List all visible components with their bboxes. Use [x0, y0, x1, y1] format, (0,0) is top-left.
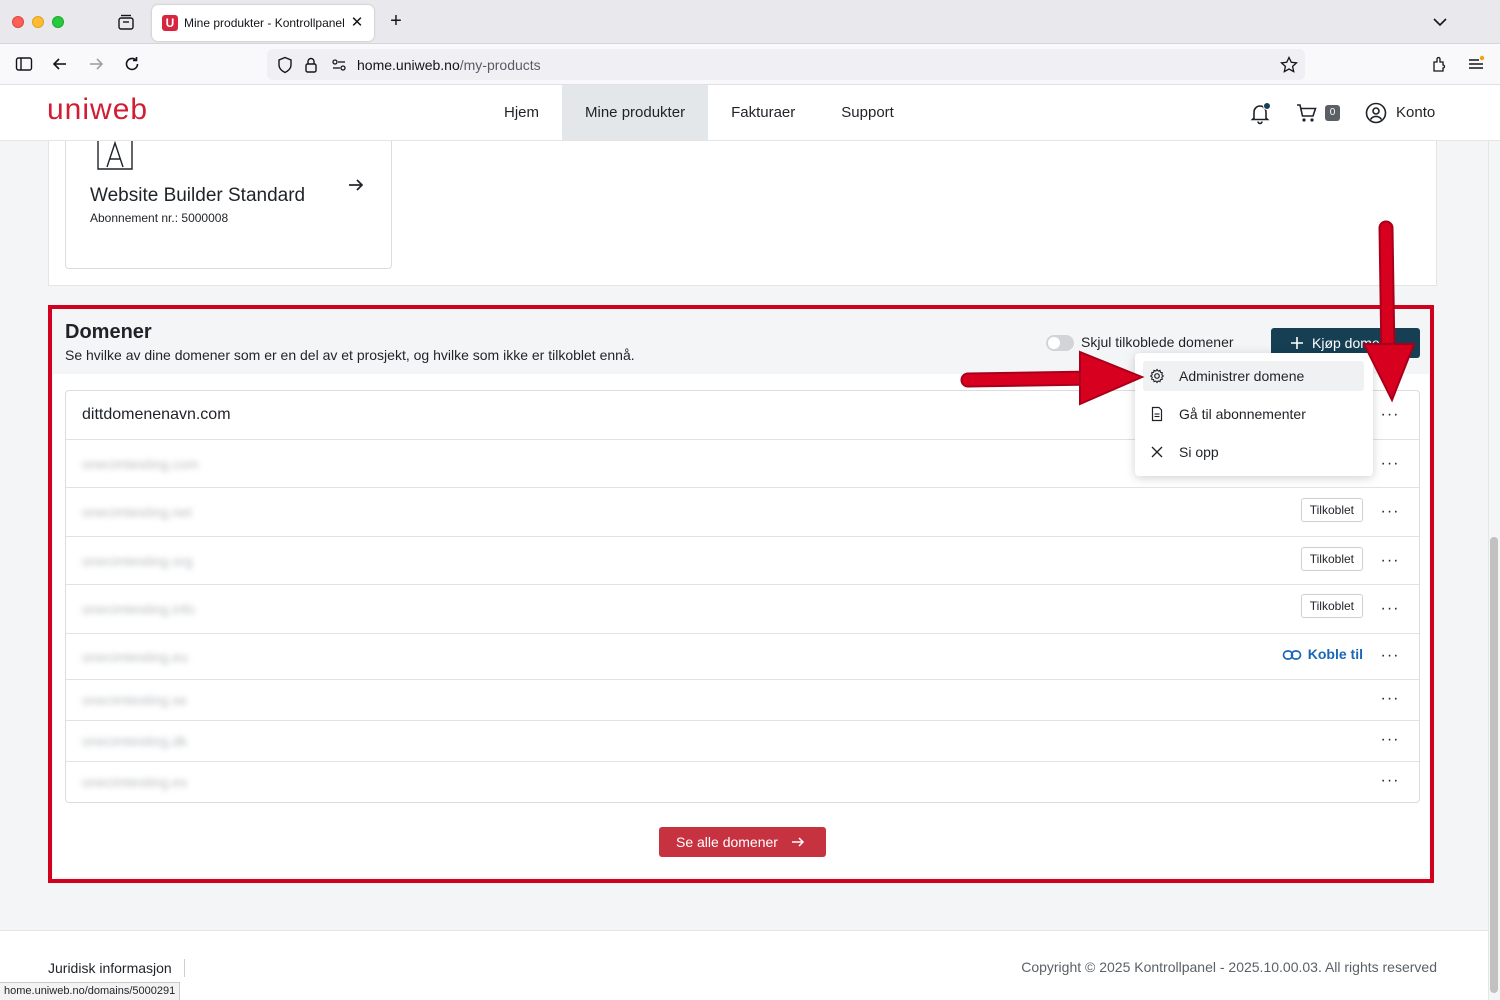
- more-options-icon[interactable]: ···: [1379, 504, 1401, 520]
- more-options-icon[interactable]: ···: [1379, 648, 1401, 664]
- nav-item-hjem[interactable]: Hjem: [481, 85, 562, 140]
- app-menu-icon[interactable]: [1466, 54, 1486, 74]
- main-navigation: Hjem Mine produkter Fakturaer Support: [481, 85, 917, 140]
- status-badge: Tilkoblet: [1300, 594, 1363, 618]
- arrow-right-icon: [792, 837, 805, 847]
- extensions-icon[interactable]: [1430, 54, 1450, 74]
- back-arrow-icon[interactable]: [50, 54, 70, 74]
- tab-close-icon[interactable]: ✕: [348, 14, 366, 32]
- status-badge: Tilkoblet: [1300, 547, 1363, 571]
- site-favicon-icon: U: [162, 15, 178, 31]
- product-title: Website Builder Standard: [90, 185, 306, 206]
- domains-subtitle: Se hvilke av dine domener som er en del …: [65, 347, 635, 363]
- menu-item-label: Administrer domene: [1179, 368, 1305, 384]
- bookmark-star-icon[interactable]: [1279, 55, 1299, 75]
- domain-name[interactable]: onecimtesting.dk: [82, 733, 187, 749]
- gear-icon: [1149, 368, 1165, 384]
- uniweb-logo[interactable]: uniweb: [47, 93, 148, 127]
- domain-row[interactable]: onecimtesting.net Tilkoblet ···: [66, 488, 1419, 537]
- menu-item-manage-domain[interactable]: Administrer domene: [1143, 361, 1364, 391]
- sidebar-toggle-icon[interactable]: [14, 54, 34, 74]
- more-options-icon[interactable]: ···: [1379, 553, 1401, 569]
- see-all-domains-label: Se alle domener: [676, 834, 778, 850]
- hide-connected-label[interactable]: Skjul tilkoblede domener: [1081, 334, 1234, 350]
- plus-icon: [1291, 337, 1303, 349]
- domain-row[interactable]: onecimtesting.info Tilkoblet ···: [66, 585, 1419, 634]
- nav-item-fakturaer[interactable]: Fakturaer: [708, 85, 818, 140]
- url-host: home.uniweb.no: [357, 57, 460, 73]
- document-icon: [1151, 406, 1163, 422]
- window-close-button[interactable]: [12, 16, 24, 28]
- menu-item-label: Gå til abonnementer: [1179, 406, 1306, 422]
- browser-tab-bar: U Mine produkter - Kontrollpanel ✕ +: [0, 0, 1500, 44]
- product-card[interactable]: Website Builder Standard Abonnement nr.:…: [65, 141, 392, 269]
- nav-item-mine-produkter[interactable]: Mine produkter: [562, 85, 709, 140]
- account-icon[interactable]: [1364, 101, 1388, 125]
- buy-domain-label: Kjøp domene: [1312, 335, 1396, 351]
- domain-row[interactable]: onecimtesting.es ···: [66, 762, 1419, 802]
- domain-row[interactable]: onecimtesting.org Tilkoblet ···: [66, 537, 1419, 585]
- more-options-icon[interactable]: ···: [1379, 601, 1401, 617]
- legal-info-link[interactable]: Juridisk informasjon: [48, 959, 185, 977]
- domain-name[interactable]: onecimtesting.net: [82, 504, 192, 520]
- more-options-icon[interactable]: ···: [1379, 773, 1401, 789]
- tab-title: Mine produkter - Kontrollpanel: [184, 16, 345, 30]
- cart-count-badge: 0: [1325, 105, 1340, 121]
- forward-arrow-icon[interactable]: [86, 54, 106, 74]
- site-header: uniweb Hjem Mine produkter Fakturaer Sup…: [0, 85, 1500, 141]
- website-builder-icon: [97, 141, 133, 170]
- more-options-icon[interactable]: ···: [1379, 732, 1401, 748]
- address-bar[interactable]: home.uniweb.no/my-products: [267, 49, 1305, 80]
- hide-connected-toggle[interactable]: [1046, 335, 1074, 351]
- lock-icon[interactable]: [301, 55, 321, 75]
- page-footer: Juridisk informasjon Copyright © 2025 Ko…: [0, 930, 1488, 1000]
- account-label[interactable]: Konto: [1396, 104, 1435, 121]
- status-bar-url: home.uniweb.no/domains/5000291: [0, 982, 181, 1000]
- toggle-knob: [1048, 337, 1060, 349]
- menu-item-cancel[interactable]: Si opp: [1143, 437, 1364, 467]
- window-zoom-button[interactable]: [52, 16, 64, 28]
- close-icon: [1151, 446, 1163, 458]
- menu-item-go-to-subscriptions[interactable]: Gå til abonnementer: [1143, 399, 1364, 429]
- shopping-cart-icon[interactable]: [1295, 101, 1319, 125]
- window-minimize-button[interactable]: [32, 16, 44, 28]
- status-badge: Tilkoblet: [1300, 498, 1363, 522]
- see-all-domains-button[interactable]: Se alle domener: [659, 827, 826, 857]
- chevron-down-icon[interactable]: [1430, 12, 1450, 32]
- domain-row[interactable]: onecimtesting.se ···: [66, 680, 1419, 721]
- link-icon: [1282, 650, 1302, 660]
- domain-name[interactable]: onecimtesting.info: [82, 601, 195, 617]
- nav-item-support[interactable]: Support: [818, 85, 917, 140]
- scrollbar-thumb[interactable]: [1490, 537, 1498, 993]
- reload-icon[interactable]: [122, 54, 142, 74]
- site-settings-icon[interactable]: [329, 55, 349, 75]
- domain-name[interactable]: onecimtesting.eu: [82, 649, 188, 665]
- more-options-icon[interactable]: ···: [1379, 691, 1401, 707]
- connect-domain-link[interactable]: Koble til: [1282, 646, 1363, 662]
- domain-row[interactable]: onecimtesting.eu Koble til ···: [66, 634, 1419, 680]
- domain-name[interactable]: onecimtesting.se: [82, 692, 187, 708]
- new-tab-icon[interactable]: +: [386, 11, 406, 31]
- notification-bell-icon[interactable]: [1248, 101, 1272, 125]
- connect-domain-label: Koble til: [1307, 646, 1363, 662]
- domain-name[interactable]: onecimtesting.org: [82, 553, 193, 569]
- url-path: /my-products: [459, 57, 541, 73]
- domains-title: Domener: [65, 321, 152, 343]
- browser-nav-bar: home.uniweb.no/my-products: [0, 44, 1500, 85]
- domain-name[interactable]: dittdomenenavn.com: [82, 406, 231, 424]
- domain-context-menu: Administrer domene Gå til abonnementer S…: [1135, 353, 1373, 476]
- menu-item-label: Si opp: [1179, 444, 1219, 460]
- shield-icon[interactable]: [275, 55, 295, 75]
- domain-row[interactable]: onecimtesting.dk ···: [66, 721, 1419, 762]
- copyright-text: Copyright © 2025 Kontrollpanel - 2025.10…: [1021, 959, 1437, 975]
- url-text[interactable]: home.uniweb.no/my-products: [357, 57, 541, 73]
- subscription-number: Abonnement nr.: 5000008: [90, 211, 229, 225]
- domain-name[interactable]: onecimtesting.es: [82, 774, 187, 790]
- arrow-right-icon[interactable]: [346, 175, 366, 195]
- more-options-icon[interactable]: ···: [1379, 456, 1401, 472]
- browser-tab[interactable]: U Mine produkter - Kontrollpanel ✕: [152, 5, 374, 41]
- domain-name[interactable]: onecimtesting.com: [82, 456, 199, 472]
- tab-list-icon[interactable]: [116, 12, 136, 32]
- more-options-icon[interactable]: ···: [1379, 407, 1401, 423]
